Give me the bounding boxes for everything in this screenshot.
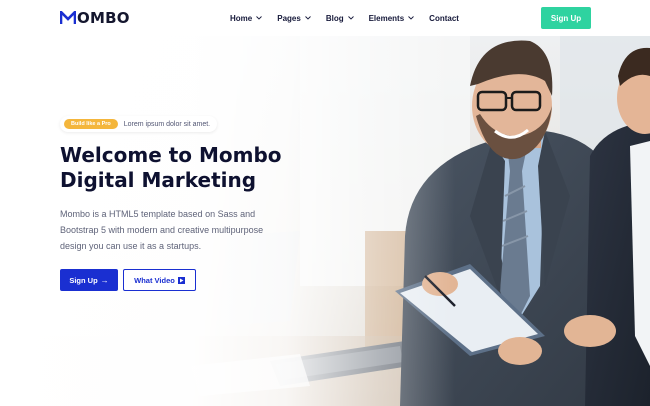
badge-text: Lorem ipsum dolor sit amet. [123,120,211,128]
badge-pill: Build like a Pro [64,119,118,129]
hero-signup-button[interactable]: Sign Up → [60,269,118,291]
hero-video-label: What Video [134,275,175,285]
logo[interactable]: OMBO [60,9,130,27]
nav-item-label: Pages [277,13,301,23]
chevron-down-icon [408,16,414,20]
play-icon [177,276,185,284]
hero-title: Welcome to Mombo Digital Marketing [60,143,320,193]
nav-item-elements[interactable]: Elements [369,14,415,23]
hero-signup-label: Sign Up [69,275,98,285]
nav-item-label: Contact [429,13,459,23]
hero-badge: Build like a Pro Lorem ipsum dolor sit a… [60,116,218,132]
chevron-down-icon [304,16,311,20]
nav-item-home[interactable]: Home [230,13,263,23]
nav-item-label: Elements [368,13,405,23]
chevron-down-icon [347,16,354,20]
hero-title-line2: Digital Marketing [60,168,257,192]
nav-item-contact[interactable]: Contact [429,14,459,23]
nav-item-label: Blog [325,13,344,23]
chevron-down-icon [256,16,263,20]
nav-item-pages[interactable]: Pages [277,14,311,23]
hero-video-button[interactable]: What Video [123,269,196,291]
logo-text: OMBO [77,9,130,27]
hero-title-line1: Welcome to Mombo [60,143,282,167]
hero-section: Build like a Pro Lorem ipsum dolor sit a… [0,36,650,406]
site-header: OMBO Home Pages Blog Elements Contact Si… [0,0,650,36]
nav-item-blog[interactable]: Blog [326,14,354,23]
header-signup-button[interactable]: Sign Up [541,7,591,29]
arrow-right-icon: → [100,275,109,285]
hero-description: Mombo is a HTML5 template based on Sass … [60,209,264,251]
logo-m-icon [60,11,76,24]
main-nav: Home Pages Blog Elements Contact [230,12,459,24]
nav-item-label: Home [230,13,253,23]
